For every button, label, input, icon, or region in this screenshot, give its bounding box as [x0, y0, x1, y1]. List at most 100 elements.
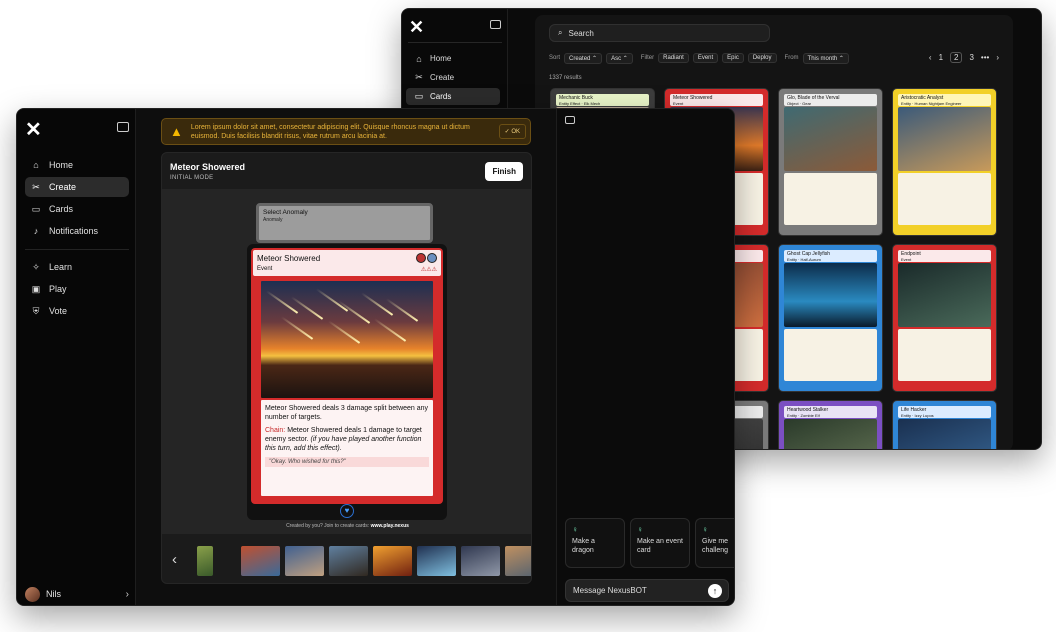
cards-icon: ▭: [31, 203, 41, 214]
sidebar-item-cards[interactable]: ▭ Cards: [406, 88, 500, 105]
blue-cost-icon: [427, 253, 437, 263]
bulb-icon: ♀: [702, 525, 708, 534]
card-ability-text: Meteor Showered deals 3 damage split bet…: [265, 405, 429, 421]
search-input[interactable]: ⌕ Search: [549, 24, 770, 42]
carousel-prev-button[interactable]: ‹: [172, 551, 177, 568]
artwork-thumbnail[interactable]: [417, 546, 456, 576]
sidebar-item-label: Notifications: [49, 226, 99, 236]
suggestion-card[interactable]: ♀ Give me challeng: [695, 518, 734, 568]
sidebar-item-play[interactable]: ▣ Play: [25, 279, 129, 299]
artwork-thumbnail[interactable]: [505, 546, 531, 576]
sort-by-select[interactable]: Created ⌃: [564, 52, 603, 64]
gallery-card-header: Life Hacker Entity · Izzy Lupos: [898, 406, 991, 418]
card-chain-text: Chain: Meteor Showered deals 1 damage to…: [265, 427, 422, 452]
gallery-card[interactable]: Life Hacker Entity · Izzy Lupos: [892, 400, 997, 449]
sidebar-item-label: Create: [430, 73, 455, 82]
bell-icon: ♪: [33, 226, 39, 236]
gallery-card-type: Object · Gear: [787, 101, 812, 106]
ok-button[interactable]: ✓ OK: [498, 124, 526, 139]
avatar: [25, 586, 40, 602]
gallery-card[interactable]: Heartwood Stalker Entity · Zombie Elf: [778, 400, 883, 449]
warning-text: Lorem ipsum dolor sit amet, consectetur …: [190, 123, 470, 140]
gallery-card[interactable]: Endpoint Event: [892, 244, 997, 392]
divider: [25, 249, 129, 250]
sidebar-item-create[interactable]: ✂ Create: [25, 177, 129, 197]
toggle-panel-icon[interactable]: [565, 116, 575, 124]
gallery-card[interactable]: Glo, Blade of the Verval Object · Gear: [778, 88, 883, 236]
date-range-select[interactable]: This month ⌃: [802, 52, 849, 64]
editor-title: Meteor Showered: [170, 162, 246, 172]
page-link[interactable]: 3: [969, 53, 973, 62]
artwork-thumbnail[interactable]: [197, 546, 213, 576]
artwork-thumbnail[interactable]: [329, 546, 368, 576]
meteor-streak: [360, 292, 394, 316]
prev-page-button[interactable]: ‹: [929, 53, 932, 62]
anomaly-selector-card[interactable]: Select Anomaly Anomaly: [256, 203, 433, 243]
bulb-icon: ♀: [572, 525, 578, 534]
collapse-sidebar-icon[interactable]: [490, 20, 501, 29]
collapse-sidebar-icon[interactable]: [117, 122, 129, 132]
search-icon: ⌕: [558, 28, 563, 37]
sort-label: Sort: [549, 55, 561, 61]
gallery-card-type: Entity Effect · Elk Mech: [559, 101, 601, 106]
play-icon: ▣: [31, 283, 41, 294]
meteor-streak: [290, 296, 324, 320]
finish-button[interactable]: Finish: [485, 162, 523, 181]
sidebar-item-vote[interactable]: ⛨ Vote: [25, 301, 129, 321]
editor-mode: INITIAL MODE: [170, 175, 214, 181]
user-menu[interactable]: Nils ›: [25, 586, 129, 602]
artwork-thumbnail[interactable]: [285, 546, 324, 576]
sidebar-item-create[interactable]: ✂ Create: [406, 69, 500, 86]
heart-icon: ♥: [340, 504, 354, 518]
sparkle-icon: ✂: [415, 72, 423, 82]
sidebar-item-label: Vote: [49, 306, 68, 316]
message-input[interactable]: Message NexusBOT ↑: [565, 579, 729, 602]
meteor-streak: [373, 318, 407, 342]
sidebar-item-label: Cards: [430, 92, 452, 101]
send-button[interactable]: ↑: [708, 584, 722, 598]
gallery-card-type: Event: [673, 101, 684, 106]
card-type: Event: [257, 266, 273, 272]
page-link[interactable]: 1: [939, 53, 943, 62]
gallery-card-type: Entity · Izzy Lupos: [901, 413, 934, 418]
gallery-card-text-box: [784, 329, 877, 381]
sidebar-item-home[interactable]: ⌂ Home: [406, 50, 500, 67]
more-pages-button[interactable]: •••: [981, 53, 989, 62]
artwork-thumbnail[interactable]: [241, 546, 280, 576]
artwork-thumbnail[interactable]: [373, 546, 412, 576]
card-editor-window: ✕ ⌂ Home ✂ Create ▭ Cards ♪ Notifications ✧ Learn…: [16, 108, 735, 606]
order-select[interactable]: Asc ⌃: [606, 52, 633, 64]
gallery-card-header: Aristocratic Analyst Entity · Human Night…: [898, 94, 991, 106]
gallery-card[interactable]: Aristocratic Analyst Entity · Human Night…: [892, 88, 997, 236]
sidebar-item-learn[interactable]: ✧ Learn: [25, 257, 129, 277]
gallery-card-header: Glo, Blade of the Verval Object · Gear: [784, 94, 877, 106]
meteor-streak: [280, 316, 314, 340]
gallery-card[interactable]: Ghost Cap Jellyfish Entity · Half-Aurum: [778, 244, 883, 392]
suggestion-card[interactable]: ♀ Make an event card: [630, 518, 690, 568]
gallery-card-type: Entity · Zombie Elf: [787, 413, 820, 418]
cards-icon: ▭: [414, 91, 424, 101]
card-text-box: Meteor Showered deals 3 damage split bet…: [261, 400, 433, 496]
suggestion-card[interactable]: ♀ Make a dragon: [565, 518, 625, 568]
meteor-streak: [385, 298, 419, 322]
sidebar-item-cards[interactable]: ▭ Cards: [25, 199, 129, 219]
filter-chip[interactable]: Epic: [722, 53, 744, 63]
filter-chip[interactable]: Deploy: [747, 53, 777, 63]
gallery-card-text-box: [898, 173, 991, 225]
card-preview[interactable]: Meteor Showered Event ⚠⚠⚠ Meteor Showere…: [247, 244, 447, 520]
sidebar-item-home[interactable]: ⌂ Home: [25, 155, 129, 175]
next-page-button[interactable]: ›: [996, 53, 999, 62]
sidebar-item-notifications[interactable]: ♪ Notifications: [25, 221, 129, 241]
meteor-streak: [327, 320, 361, 344]
meteor-streak: [265, 290, 299, 314]
artwork-thumbnail[interactable]: [461, 546, 500, 576]
page-link-current[interactable]: 2: [950, 52, 963, 63]
filter-chip[interactable]: Radiant: [658, 53, 689, 63]
gallery-card-type: Entity · Half-Aurum: [787, 257, 821, 262]
logo-icon[interactable]: ✕: [409, 17, 424, 38]
filter-chip[interactable]: Event: [692, 53, 719, 63]
card-cost: [416, 253, 437, 263]
sidebar-item-label: Create: [49, 182, 77, 192]
gallery-card-artwork: [784, 419, 877, 449]
logo-icon[interactable]: ✕: [25, 117, 42, 142]
